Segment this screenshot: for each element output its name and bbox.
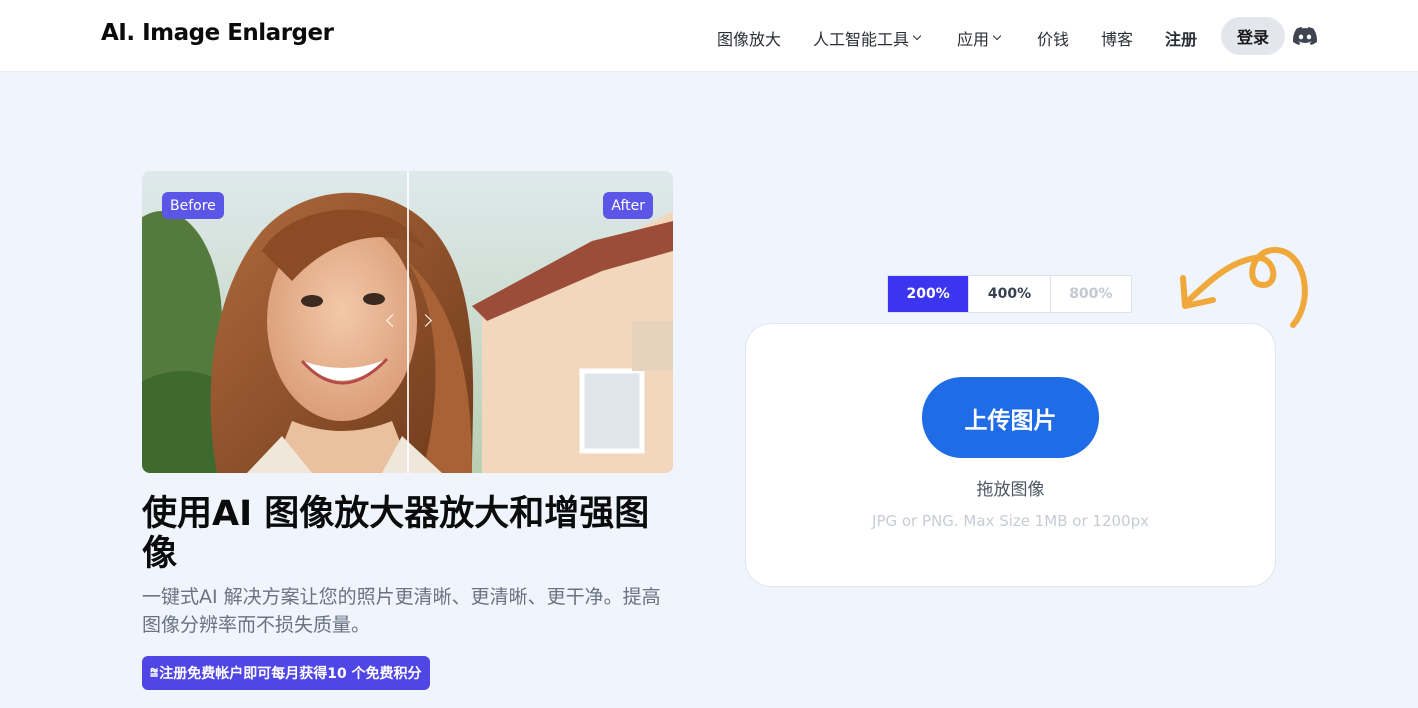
file-requirements-hint: JPG or PNG. Max Size 1MB or 1200px: [872, 512, 1149, 530]
nav-label: 博客: [1101, 30, 1134, 49]
nav-pricing[interactable]: 价钱: [1037, 26, 1069, 50]
nav-label: 图像放大: [717, 30, 782, 49]
site-logo[interactable]: AI. Image Enlarger: [101, 20, 334, 46]
upload-image-button[interactable]: 上传图片: [922, 377, 1099, 458]
scale-200-button[interactable]: 200%: [888, 276, 970, 312]
upload-dropzone[interactable]: 上传图片 拖放图像 JPG or PNG. Max Size 1MB or 12…: [745, 323, 1276, 587]
drag-drop-label: 拖放图像: [976, 480, 1045, 500]
sparkle-icon: ⩰: [150, 665, 159, 681]
nav-ai-tools[interactable]: 人工智能工具: [813, 26, 922, 50]
scale-400-button[interactable]: 400%: [969, 276, 1051, 312]
nav-label: 注册: [1165, 30, 1198, 49]
nav-blog[interactable]: 博客: [1101, 26, 1133, 50]
hero-subtext: 一键式AI 解决方案让您的照片更清晰、更清晰、更干净。提高图像分辨率而不损失质量…: [142, 586, 661, 636]
nav-apps[interactable]: 应用: [957, 26, 1002, 50]
nav-image-upscale[interactable]: 图像放大: [717, 26, 781, 50]
after-badge: After: [603, 192, 653, 219]
nav-register[interactable]: 注册: [1165, 26, 1197, 50]
discord-icon[interactable]: [1293, 25, 1317, 47]
before-after-comparison[interactable]: Before After: [142, 171, 673, 473]
hero-headline: 使用AI 图像放大器放大和增强图像: [142, 494, 650, 574]
comparison-divider[interactable]: [407, 171, 409, 473]
chevron-down-icon: [992, 31, 1002, 41]
promo-text: 注册免费帐户即可每月获得10 个免费积分: [159, 666, 422, 682]
before-badge: Before: [162, 192, 224, 219]
scale-selector: 200% 400% 800%: [887, 275, 1132, 313]
nav-label: 应用: [957, 30, 990, 49]
top-nav-bar: AI. Image Enlarger 图像放大 人工智能工具 应用 价钱 博客 …: [0, 0, 1418, 72]
nav-label: 价钱: [1037, 30, 1070, 49]
promo-badge[interactable]: ⩰ 注册免费帐户即可每月获得10 个免费积分: [142, 656, 430, 690]
chevron-down-icon: [912, 31, 922, 41]
curved-arrow-icon: [1180, 246, 1308, 328]
scale-800-button[interactable]: 800%: [1051, 276, 1131, 312]
nav-label: 人工智能工具: [813, 30, 910, 49]
login-button[interactable]: 登录: [1221, 17, 1285, 55]
